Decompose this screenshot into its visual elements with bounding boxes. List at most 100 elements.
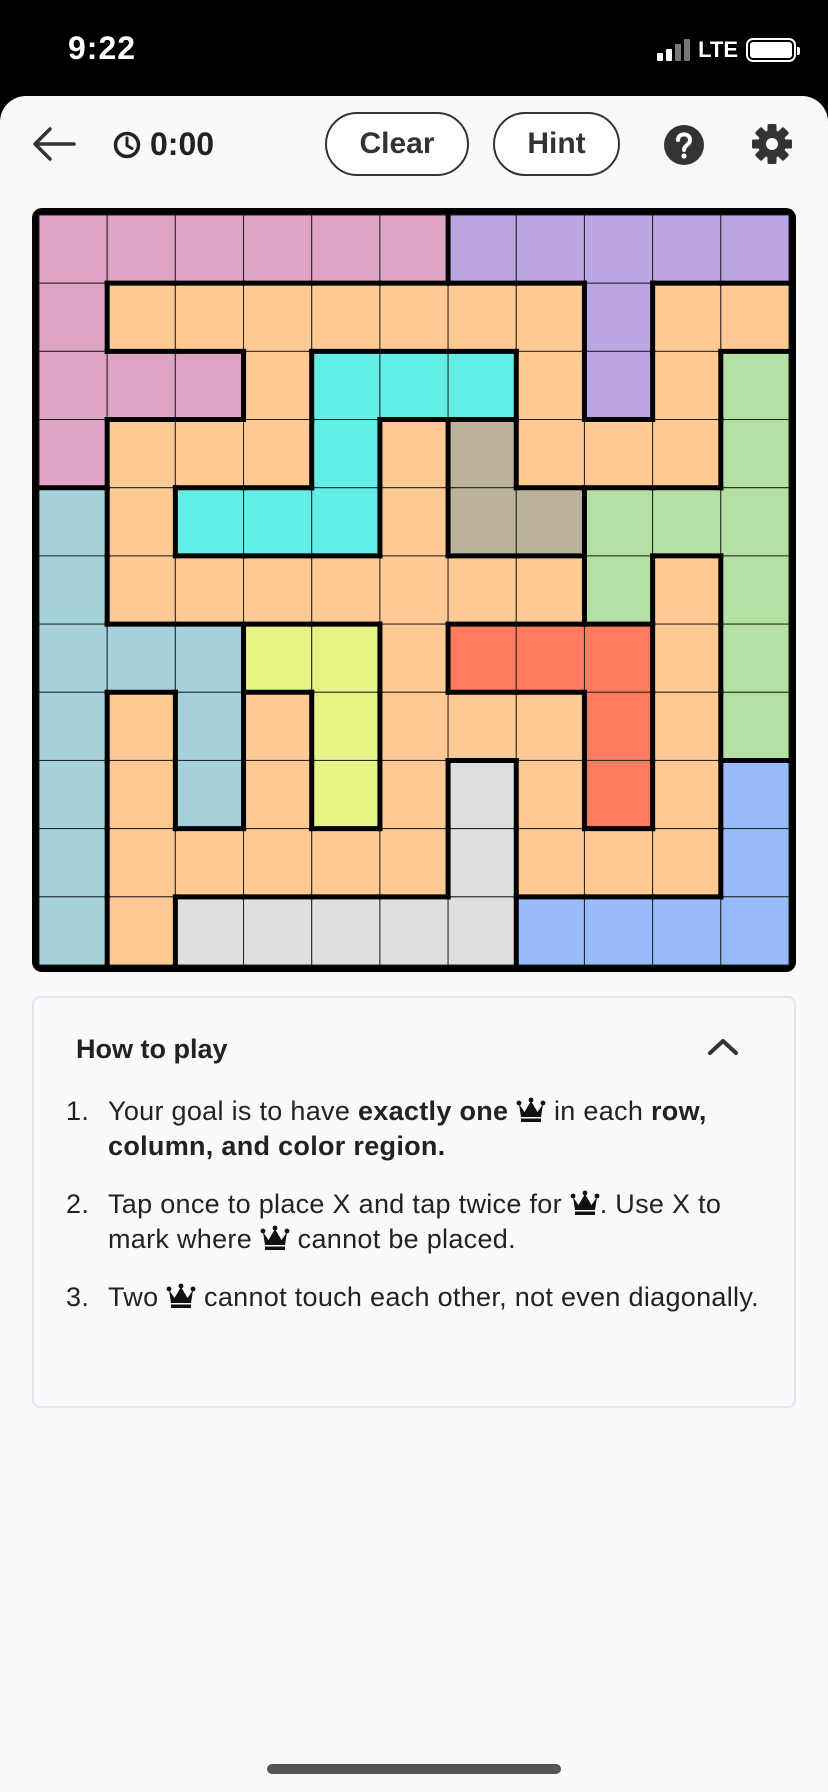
board-cell[interactable] (447, 282, 517, 352)
board-cell[interactable] (174, 350, 245, 421)
board-cell[interactable] (379, 759, 449, 830)
board-cell[interactable] (106, 623, 176, 693)
board-cell[interactable] (38, 350, 108, 421)
board-cell[interactable] (174, 691, 245, 761)
board-cell[interactable] (447, 555, 517, 625)
board-cell[interactable] (583, 419, 654, 489)
board-cell[interactable] (311, 896, 381, 966)
board-cell[interactable] (38, 214, 108, 284)
board-cell[interactable] (447, 896, 517, 966)
board-cell[interactable] (583, 282, 654, 352)
board-cell[interactable] (243, 759, 313, 830)
board-cell[interactable] (243, 487, 313, 557)
board-cell[interactable] (38, 759, 108, 830)
board-cell[interactable] (515, 419, 585, 489)
board-cell[interactable] (515, 214, 585, 284)
board-cell[interactable] (379, 214, 449, 284)
board-cell[interactable] (447, 419, 517, 489)
board-cell[interactable] (447, 759, 517, 830)
hint-button[interactable]: Hint (493, 112, 620, 176)
board-cell[interactable] (720, 555, 790, 625)
board-cell[interactable] (243, 691, 313, 761)
board-cell[interactable] (311, 555, 381, 625)
board-cell[interactable] (243, 555, 313, 625)
board-cell[interactable] (311, 487, 381, 557)
board-cell[interactable] (652, 623, 722, 693)
board-cell[interactable] (720, 487, 790, 557)
board-cell[interactable] (106, 828, 176, 898)
board-cell[interactable] (106, 691, 176, 761)
board-cell[interactable] (583, 623, 654, 693)
board-cell[interactable] (515, 759, 585, 830)
board-cell[interactable] (379, 350, 449, 421)
board-cell[interactable] (38, 419, 108, 489)
board-cell[interactable] (652, 350, 722, 421)
board-cell[interactable] (720, 214, 790, 284)
board-cell[interactable] (174, 828, 245, 898)
board-cell[interactable] (243, 623, 313, 693)
board-cell[interactable] (106, 759, 176, 830)
board-cell[interactable] (311, 691, 381, 761)
board-cell[interactable] (515, 828, 585, 898)
board-cell[interactable] (174, 896, 245, 966)
board-cell[interactable] (106, 555, 176, 625)
board-cell[interactable] (515, 896, 585, 966)
board-cell[interactable] (447, 487, 517, 557)
board-cell[interactable] (447, 214, 517, 284)
back-button[interactable] (30, 124, 78, 164)
board-cell[interactable] (174, 555, 245, 625)
board-cell[interactable] (243, 350, 313, 421)
board-cell[interactable] (38, 555, 108, 625)
board-cell[interactable] (379, 419, 449, 489)
board-cell[interactable] (515, 350, 585, 421)
board-cell[interactable] (243, 282, 313, 352)
board-cell[interactable] (652, 828, 722, 898)
help-button[interactable] (663, 124, 705, 166)
board-cell[interactable] (447, 350, 517, 421)
board-cell[interactable] (174, 419, 245, 489)
board-cell[interactable] (311, 828, 381, 898)
board-cell[interactable] (652, 759, 722, 830)
board-cell[interactable] (652, 214, 722, 284)
board-cell[interactable] (720, 759, 790, 830)
board-cell[interactable] (583, 350, 654, 421)
board-cell[interactable] (106, 350, 176, 421)
board-cell[interactable] (379, 282, 449, 352)
board-cell[interactable] (652, 896, 722, 966)
board-cell[interactable] (379, 623, 449, 693)
board-cell[interactable] (720, 691, 790, 761)
board-cell[interactable] (583, 691, 654, 761)
board-cell[interactable] (174, 623, 245, 693)
board-cell[interactable] (720, 623, 790, 693)
board-cell[interactable] (720, 896, 790, 966)
board-cell[interactable] (106, 214, 176, 284)
board-cell[interactable] (652, 419, 722, 489)
board-cell[interactable] (583, 828, 654, 898)
board-cell[interactable] (583, 487, 654, 557)
board-cell[interactable] (379, 487, 449, 557)
board-cell[interactable] (38, 691, 108, 761)
board-cell[interactable] (243, 896, 313, 966)
board-cell[interactable] (652, 691, 722, 761)
board-cell[interactable] (515, 487, 585, 557)
board-cell[interactable] (106, 487, 176, 557)
board-cell[interactable] (720, 828, 790, 898)
board-cell[interactable] (447, 828, 517, 898)
board-cell[interactable] (38, 487, 108, 557)
board-cell[interactable] (311, 214, 381, 284)
board-cell[interactable] (174, 214, 245, 284)
board-cell[interactable] (720, 350, 790, 421)
board-cell[interactable] (583, 759, 654, 830)
board-cell[interactable] (515, 623, 585, 693)
board-cell[interactable] (515, 282, 585, 352)
board-cell[interactable] (379, 828, 449, 898)
board-cell[interactable] (311, 350, 381, 421)
board-cell[interactable] (515, 555, 585, 625)
board-cell[interactable] (447, 691, 517, 761)
board-cell[interactable] (106, 419, 176, 489)
board-cell[interactable] (106, 282, 176, 352)
board-cell[interactable] (174, 759, 245, 830)
board-cell[interactable] (243, 214, 313, 284)
board-cell[interactable] (720, 419, 790, 489)
board-cell[interactable] (379, 555, 449, 625)
